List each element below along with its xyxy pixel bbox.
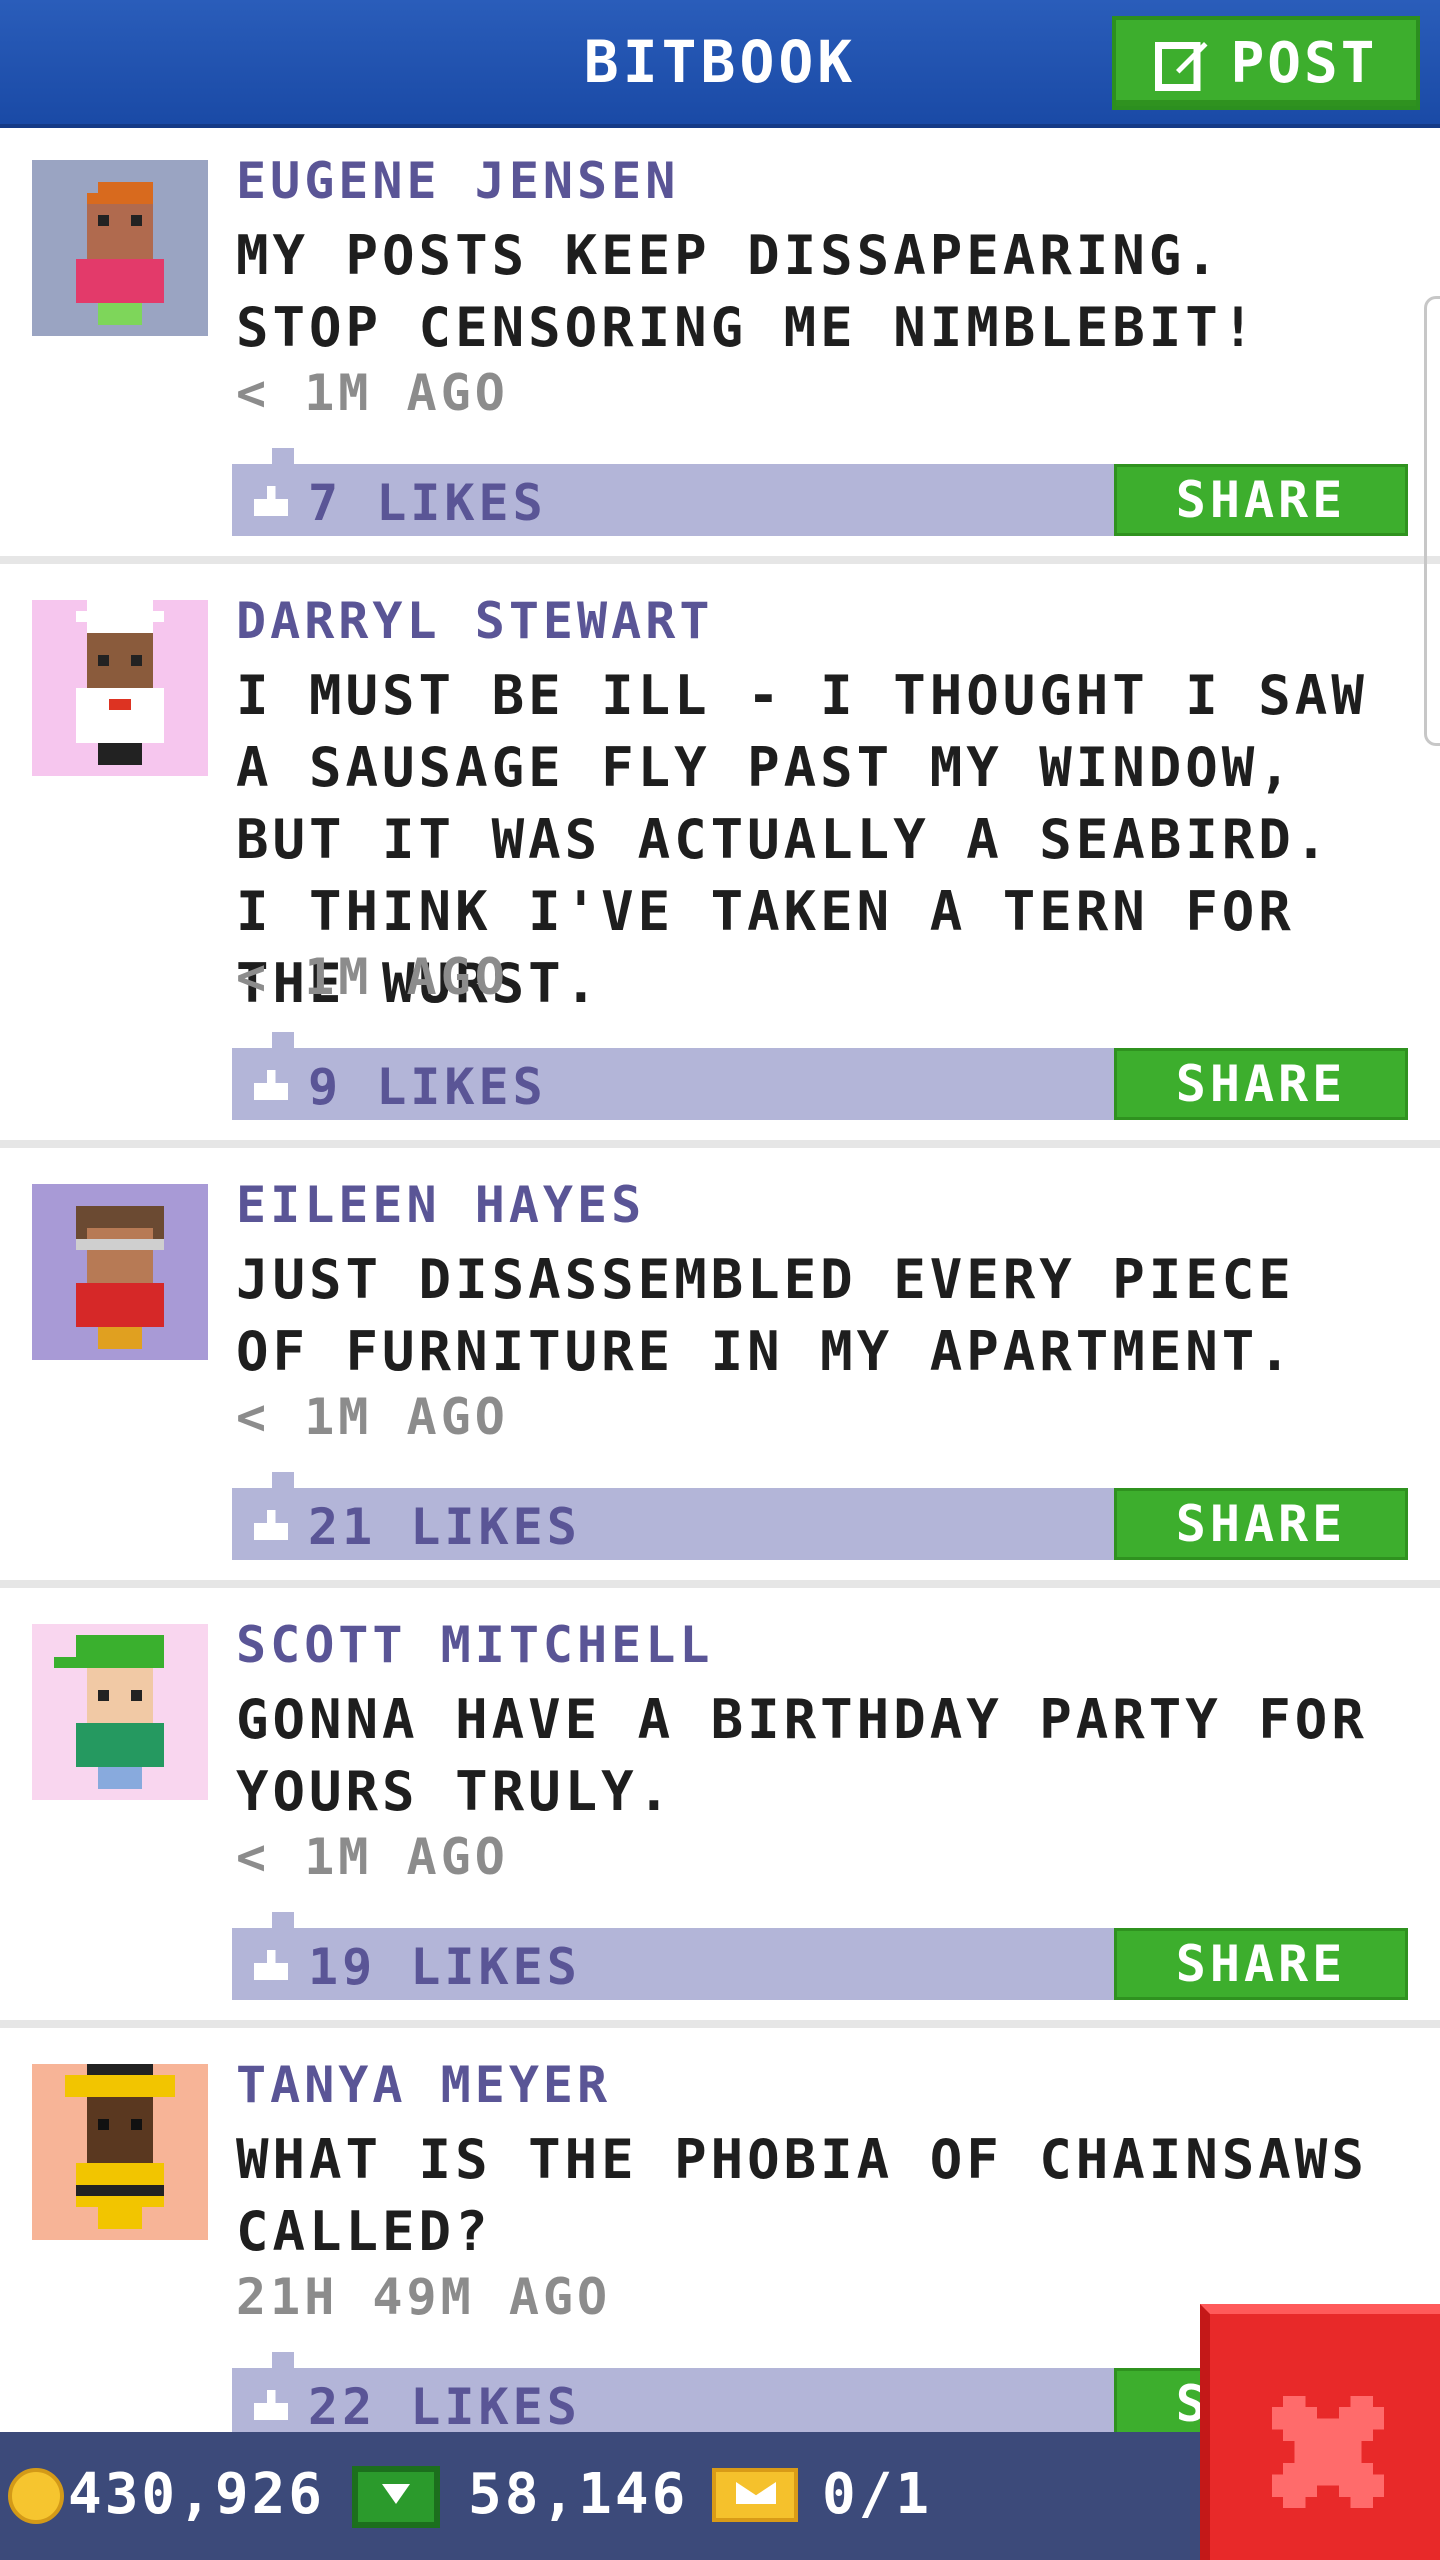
close-icon [1272,2396,1384,2508]
coin-count: 430,926 [68,2462,326,2527]
thumbs-up-icon [254,1950,288,1980]
post-time: < 1M AGO [236,1828,509,1886]
post-time: < 1M AGO [236,1388,509,1446]
like-bar-notch [272,2352,294,2370]
thumbs-up-icon [254,1510,288,1540]
bux-icon [352,2466,440,2528]
post-button[interactable]: POST [1112,16,1420,110]
author-name[interactable]: DARRYL STEWART [236,592,713,650]
author-name[interactable]: SCOTT MITCHELL [236,1616,713,1674]
like-count: 22 LIKES [308,2378,581,2436]
divider [0,1140,1440,1148]
post-time: < 1M AGO [236,364,509,422]
post-label: POST [1230,30,1378,96]
like-count: 21 LIKES [308,1498,581,1556]
avatar [32,160,208,336]
author-name[interactable]: TANYA MEYER [236,2056,611,2114]
ticket-count: 0/1 [822,2462,933,2527]
post-time: < 1M AGO [236,948,509,1006]
avatar [32,1624,208,1800]
thumbs-up-icon [254,1070,288,1100]
like-count: 7 LIKES [308,474,547,532]
compose-icon [1154,42,1208,91]
coin-icon [8,2468,64,2524]
author-name[interactable]: EILEEN HAYES [236,1176,645,1234]
post-text: MY POSTS KEEP DISSAPEARING. STOP CENSORI… [236,224,1259,359]
like-bar-notch [272,1472,294,1490]
scroll-indicator[interactable] [1424,296,1440,746]
like-count: 19 LIKES [308,1938,581,1996]
ticket-icon [712,2468,798,2522]
post-time: 21H 49M AGO [236,2268,612,2326]
like-bar-notch [272,448,294,466]
bux-count: 58,146 [468,2462,689,2527]
author-name[interactable]: EUGENE JENSEN [236,152,679,210]
post-text: JUST DISASSEMBLED EVERY PIECE OF FURNITU… [236,1248,1295,1383]
avatar [32,1184,208,1360]
post-text: GONNA HAVE A BIRTHDAY PARTY FOR YOURS TR… [236,1688,1368,1823]
close-button[interactable] [1200,2304,1440,2560]
share-button[interactable]: SHARE [1114,1928,1408,2000]
post-text: WHAT IS THE PHOBIA OF CHAINSAWS CALLED? [236,2128,1368,2263]
divider [0,556,1440,564]
top-bar: BITBOOK POST [0,0,1440,128]
like-count: 9 LIKES [308,1058,547,1116]
share-button[interactable]: SHARE [1114,464,1408,536]
share-button[interactable]: SHARE [1114,1048,1408,1120]
avatar [32,2064,208,2240]
like-bar-notch [272,1032,294,1050]
thumbs-up-icon [254,2390,288,2420]
like-bar-notch [272,1912,294,1930]
divider [0,2020,1440,2028]
thumbs-up-icon [254,486,288,516]
divider [0,1580,1440,1588]
share-button[interactable]: SHARE [1114,1488,1408,1560]
avatar [32,600,208,776]
